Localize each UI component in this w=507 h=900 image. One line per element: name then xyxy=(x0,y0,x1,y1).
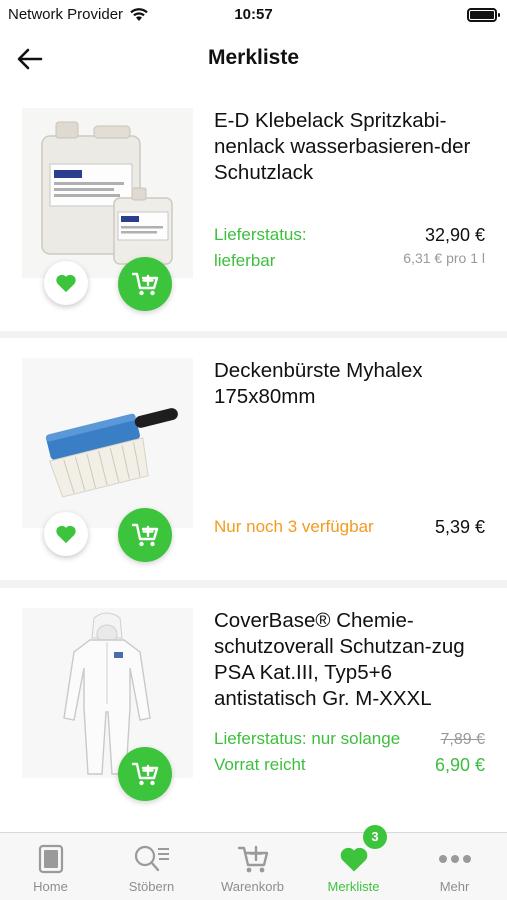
canister-icon xyxy=(22,108,193,278)
clock: 10:57 xyxy=(234,6,273,23)
availability-status: Nur noch 3 verfügbar xyxy=(214,517,374,536)
favorite-button[interactable] xyxy=(44,512,88,556)
product-price: 5,39 € xyxy=(434,517,485,537)
delivery-status: Lieferstatus: lieferbar xyxy=(214,225,307,270)
product-price: 32,90 € xyxy=(424,225,485,245)
product-title[interactable]: E-D Klebelack Spritzkabi-nenlack wasserb… xyxy=(214,108,489,186)
add-to-cart-button[interactable] xyxy=(118,747,172,801)
add-to-cart-button[interactable] xyxy=(118,257,172,311)
wishlist-item[interactable]: CoverBase® Chemie-schutzoverall Schutzan… xyxy=(0,588,507,895)
product-image xyxy=(22,608,193,778)
heart-icon xyxy=(340,847,367,872)
more-icon xyxy=(438,855,471,863)
tab-label: Mehr xyxy=(439,879,470,894)
nav-bar: Merkliste xyxy=(0,30,507,88)
tab-label: Warenkorb xyxy=(220,879,285,894)
page-title: Merkliste xyxy=(207,46,300,69)
wishlist-item[interactable]: Deckenbürste Myhalex 175x80mm Nur noch 3… xyxy=(0,338,507,580)
heart-icon xyxy=(56,274,76,293)
product-image xyxy=(22,358,193,528)
wishlist-count-badge: 3 xyxy=(363,825,387,849)
tab-label: Merkliste xyxy=(327,879,380,894)
battery-icon xyxy=(467,8,500,22)
add-to-cart-button[interactable] xyxy=(118,508,172,562)
tab-merkliste[interactable]: 3 Merkliste xyxy=(303,825,404,900)
unit-price: 6,31 € pro 1 l xyxy=(403,250,485,266)
tab-mehr[interactable]: Mehr xyxy=(404,833,505,900)
search-list-icon xyxy=(134,845,169,872)
overall-icon xyxy=(22,608,193,778)
sale-price: 6,90 € xyxy=(434,755,485,775)
tab-stoebern[interactable]: Stöbern xyxy=(101,833,202,900)
brush-icon xyxy=(22,358,193,528)
old-price: 7,89 € xyxy=(440,731,485,748)
tab-warenkorb[interactable]: Warenkorb xyxy=(202,833,303,900)
delivery-status: Lieferstatus: nur solange Vorrat reicht xyxy=(214,729,401,774)
tab-bar: Home Stöbern Warenkorb 3 Merkliste Mehr xyxy=(0,825,507,900)
home-icon xyxy=(38,844,63,874)
product-title[interactable]: CoverBase® Chemie-schutzoverall Schutzan… xyxy=(214,608,489,712)
tab-label: Stöbern xyxy=(128,879,175,894)
heart-icon xyxy=(56,525,76,544)
tab-home[interactable]: Home xyxy=(0,833,101,900)
cart-icon xyxy=(237,845,268,873)
product-image xyxy=(22,108,193,278)
cart-plus-icon xyxy=(131,272,159,296)
product-title[interactable]: Deckenbürste Myhalex 175x80mm xyxy=(214,358,489,410)
favorite-button[interactable] xyxy=(44,261,88,305)
cart-plus-icon xyxy=(131,762,159,786)
cart-plus-icon xyxy=(131,523,159,547)
status-bar: Network Provider 10:57 xyxy=(0,0,507,30)
tab-label: Home xyxy=(33,879,68,894)
wishlist-item[interactable]: E-D Klebelack Spritzkabi-nenlack wasserb… xyxy=(0,88,507,331)
